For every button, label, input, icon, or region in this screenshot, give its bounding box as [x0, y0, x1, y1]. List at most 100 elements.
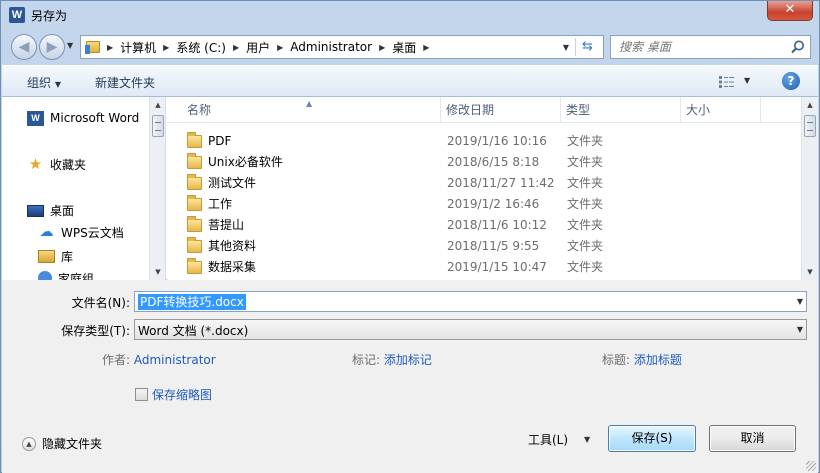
column-headers: ▲ 名称 修改日期 类型 大小	[167, 97, 801, 123]
save-button[interactable]: 保存(S)	[608, 425, 696, 452]
filename-input[interactable]: PDF转换技巧.docx	[138, 294, 246, 310]
organize-button[interactable]: 组织 ▼	[27, 74, 61, 91]
file-row[interactable]: PDF 2019/1/16 10:16 文件夹	[167, 131, 801, 152]
recent-locations-dropdown-icon[interactable]: ▼	[67, 41, 73, 50]
scroll-down-icon[interactable]: ▼	[150, 264, 165, 280]
nav-item-label: 收藏夹	[50, 157, 87, 172]
file-name: Unix必备软件	[208, 155, 283, 169]
file-list[interactable]: ▲ 名称 修改日期 类型 大小 PDF 2019/1/16 10:16 文件夹 …	[167, 97, 818, 280]
scroll-thumb[interactable]	[152, 115, 164, 137]
save-form: 文件名(N): PDF转换技巧.docx ▼ 保存类型(T): Word 文档 …	[2, 280, 818, 473]
nav-pane-scrollbar[interactable]: ▲ ▼	[149, 97, 165, 280]
file-name: 测试文件	[208, 176, 257, 190]
nav-item-wps-cloud[interactable]: ☁ WPS云文档	[38, 223, 124, 241]
tools-button[interactable]: 工具(L)	[528, 431, 568, 448]
breadcrumb-system-drive[interactable]: 系统 (C:)	[176, 39, 226, 56]
nav-item-label: Microsoft Word	[50, 111, 140, 125]
file-row[interactable]: 其他资料 2018/11/5 9:55 文件夹	[167, 236, 801, 257]
filename-combo[interactable]: PDF转换技巧.docx ▼	[134, 291, 807, 312]
scroll-up-icon[interactable]: ▲	[802, 97, 818, 113]
help-icon[interactable]: ?	[782, 72, 800, 90]
save-thumbnail-checkbox[interactable]	[135, 388, 148, 401]
search-icon[interactable]	[790, 39, 806, 55]
file-date: 2019/1/16 10:16	[447, 134, 547, 148]
tools-dropdown-icon[interactable]: ▼	[584, 435, 590, 444]
add-title-link[interactable]: 添加标题	[634, 353, 682, 367]
column-header-type[interactable]: 类型	[561, 97, 681, 123]
file-row[interactable]: Unix必备软件 2018/6/15 8:18 文件夹	[167, 152, 801, 173]
folder-icon	[187, 174, 202, 190]
breadcrumb-administrator[interactable]: Administrator	[290, 40, 372, 54]
scroll-down-icon[interactable]: ▼	[802, 264, 818, 280]
search-box[interactable]	[610, 35, 811, 59]
file-row[interactable]: 菩提山 2018/11/6 10:12 文件夹	[167, 215, 801, 236]
nav-item-desktop[interactable]: 桌面	[27, 201, 74, 219]
filetype-value: Word 文档 (*.docx)	[138, 324, 249, 338]
breadcrumb-chevron-icon[interactable]: ▶	[277, 43, 283, 52]
search-input[interactable]	[611, 36, 787, 58]
nav-item-label: WPS云文档	[61, 225, 124, 240]
breadcrumb-chevron-icon[interactable]: ▶	[233, 43, 239, 52]
address-dropdown-icon[interactable]: ▼	[563, 43, 569, 52]
sort-ascending-icon: ▲	[306, 99, 313, 108]
breadcrumb-computer[interactable]: 计算机	[120, 39, 156, 56]
add-tags-link[interactable]: 添加标记	[384, 353, 432, 367]
column-header-name[interactable]: ▲ 名称	[167, 97, 441, 123]
nav-item-label: 家庭组	[58, 271, 95, 281]
nav-item-microsoft-word[interactable]: W Microsoft Word	[27, 109, 139, 127]
save-thumbnail-label[interactable]: 保存缩略图	[152, 386, 212, 403]
column-header-size[interactable]: 大小	[681, 97, 761, 123]
refresh-icon[interactable]: ⇆	[575, 38, 599, 56]
nav-item-homegroup[interactable]: 家庭组	[38, 269, 94, 280]
file-row[interactable]: 数据采集 2019/1/15 10:47 文件夹	[167, 257, 801, 278]
file-type: 文件夹	[567, 134, 604, 148]
library-icon	[38, 249, 55, 263]
forward-button[interactable]: ▶	[39, 34, 65, 60]
filename-label: 文件名(N):	[71, 296, 130, 310]
address-bar[interactable]: ▶ 计算机 ▶ 系统 (C:) ▶ 用户 ▶ Administrator ▶ 桌面 ▶ ▼…	[80, 35, 604, 59]
nav-item-label: 桌面	[50, 203, 75, 218]
view-dropdown-icon[interactable]: ▼	[744, 76, 750, 85]
navigation-pane[interactable]: W Microsoft Word ★ 收藏夹 桌面 ☁ WPS云文档 库 家庭组…	[2, 97, 166, 280]
organize-label: 组织	[27, 76, 52, 90]
organize-dropdown-icon: ▼	[54, 80, 61, 89]
hide-folders-button[interactable]: ▲ 隐藏文件夹	[22, 435, 102, 452]
file-list-scrollbar[interactable]: ▲ ▼	[801, 97, 818, 280]
scroll-up-icon[interactable]: ▲	[150, 97, 165, 113]
back-button[interactable]: ◀	[11, 34, 37, 60]
resize-grip[interactable]	[806, 461, 816, 471]
file-row[interactable]: 工作 2019/1/2 16:46 文件夹	[167, 194, 801, 215]
file-row[interactable]: 测试文件 2018/11/27 11:42 文件夹	[167, 173, 801, 194]
collapse-up-icon: ▲	[22, 436, 36, 451]
navigation-bar: ◀ ▶ ▼ ▶ 计算机 ▶ 系统 (C:) ▶ 用户 ▶ Administrator ▶…	[1, 29, 819, 65]
file-name: 数据采集	[208, 260, 257, 274]
author-label: 作者:	[102, 353, 131, 367]
file-name: 其他资料	[208, 239, 257, 253]
breadcrumb-chevron-icon[interactable]: ▶	[163, 43, 169, 52]
filetype-select[interactable]: Word 文档 (*.docx) ▼	[134, 319, 807, 340]
file-date: 2018/11/27 11:42	[447, 176, 555, 190]
homegroup-icon	[38, 271, 52, 280]
column-header-date[interactable]: 修改日期	[441, 97, 561, 123]
nav-item-favorites[interactable]: ★ 收藏夹	[27, 155, 86, 173]
browser-content: W Microsoft Word ★ 收藏夹 桌面 ☁ WPS云文档 库 家庭组…	[2, 97, 818, 280]
breadcrumb-users[interactable]: 用户	[246, 39, 270, 56]
file-date: 2018/6/15 8:18	[447, 155, 540, 169]
filename-dropdown-icon[interactable]: ▼	[797, 297, 803, 306]
author-value[interactable]: Administrator	[134, 353, 216, 367]
scroll-thumb[interactable]	[804, 115, 816, 137]
breadcrumb-chevron-icon[interactable]: ▶	[379, 43, 385, 52]
breadcrumb-desktop[interactable]: 桌面	[392, 39, 416, 56]
file-date: 2018/11/6 10:12	[447, 218, 547, 232]
close-button[interactable]: ✕	[767, 1, 813, 21]
view-options-icon[interactable]	[718, 75, 736, 89]
nav-item-library[interactable]: 库	[38, 247, 73, 265]
author-field: 作者: Administrator	[102, 351, 216, 368]
filetype-dropdown-icon[interactable]: ▼	[797, 325, 803, 334]
word-icon: W	[27, 110, 44, 126]
breadcrumb-chevron-icon[interactable]: ▶	[107, 43, 113, 52]
nav-item-label: 库	[61, 249, 74, 264]
cancel-button[interactable]: 取消	[709, 425, 796, 452]
new-folder-button[interactable]: 新建文件夹	[95, 74, 155, 91]
breadcrumb-chevron-icon[interactable]: ▶	[423, 43, 429, 52]
